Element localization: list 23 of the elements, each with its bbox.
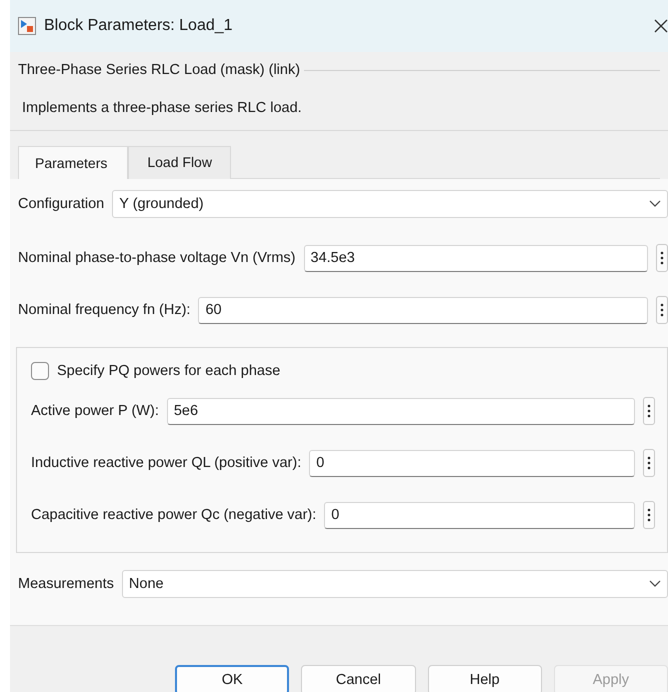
parameter-label: Nominal frequency fn (Hz): [18,302,190,318]
window-title: Block Parameters: Load_1 [44,17,233,35]
dialog-button[interactable]: Cancel [301,665,416,692]
input-field[interactable]: 0 [309,450,635,476]
tab[interactable]: Load Flow [128,146,231,179]
description: Implements a three-phase series RLC load. [22,100,302,116]
parameter-label: Inductive reactive power QL (positive var): [31,455,302,471]
input-field[interactable]: 60 [198,296,648,324]
dialog-button[interactable]: Help [428,665,542,692]
tab[interactable]: Parameters [18,146,128,179]
input-field[interactable]: 5e6 [166,398,635,424]
input-field[interactable]: 34.5e3 [304,244,648,272]
parameter-label: Measurements [18,576,114,592]
parameter-label: Active power P (W): [31,403,159,419]
parameter-label: Capacitive reactive power Qc (negative var): [31,507,316,523]
dialog-button[interactable]: OK [175,665,290,692]
checkbox-label: Specify PQ powers for each phase [57,363,280,379]
input-field[interactable]: 0 [324,502,635,528]
mask-title: Three-Phase Series RLC Load (mask) (link) [18,62,300,78]
parameter-label: Nominal phase-to-phase voltage Vn (Vrms) [18,250,296,266]
dropdown[interactable]: None [122,570,668,598]
parameter-label: Configuration [18,196,104,212]
dropdown[interactable]: Y (grounded) [112,190,668,218]
